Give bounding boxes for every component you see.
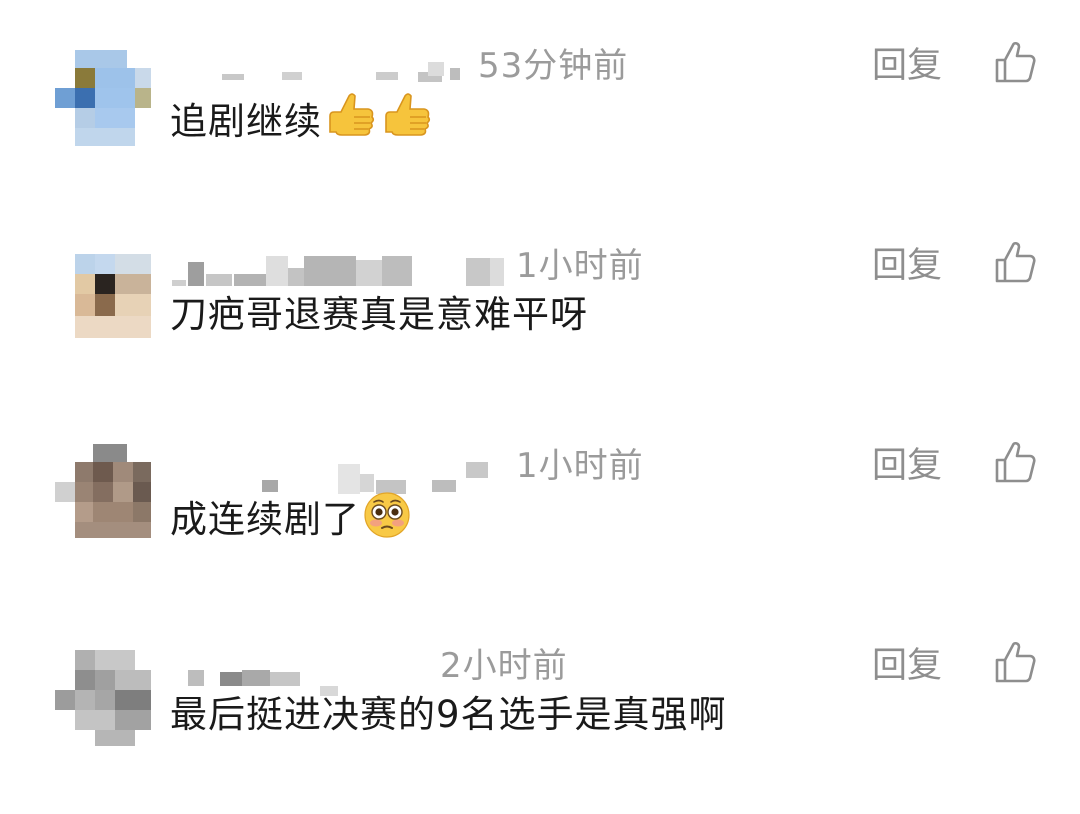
comment-text-content: 成连续剧了 — [170, 498, 360, 541]
thumbs-up-outline-icon[interactable] — [994, 40, 1036, 84]
avatar[interactable] — [55, 444, 151, 540]
comment-time: 1小时前 — [516, 446, 644, 486]
comment-text-content: 追剧继续 — [170, 100, 322, 143]
avatar[interactable] — [55, 50, 151, 146]
comment-item: 2小时前 回复 最后挺进决赛的9名选手是真强啊 — [0, 641, 1080, 814]
comment-text: 刀疤哥退赛真是意难平呀 — [170, 290, 588, 340]
comment-item: 53分钟前 回复 追剧继续 — [0, 41, 1080, 250]
comment-time: 2小时前 — [440, 646, 568, 686]
thumbs-up-outline-icon[interactable] — [994, 640, 1036, 684]
comment-time: 1小时前 — [516, 246, 644, 286]
comment-text-content: 最后挺进决赛的9名选手是真强啊 — [170, 693, 727, 736]
comment-text: 最后挺进决赛的9名选手是真强啊 — [170, 690, 727, 740]
comment-text-content: 刀疤哥退赛真是意难平呀 — [170, 293, 588, 336]
thumbs-up-outline-icon[interactable] — [994, 240, 1036, 284]
comment-time: 53分钟前 — [478, 46, 629, 86]
username-blurred[interactable] — [170, 250, 510, 286]
thumbs-up-emoji — [324, 90, 378, 157]
avatar[interactable] — [75, 254, 151, 338]
avatar[interactable] — [55, 650, 151, 746]
username-blurred[interactable] — [170, 50, 470, 84]
comment-item: 1小时前 回复 刀疤哥退赛真是意难平呀 — [0, 241, 1080, 450]
username-blurred[interactable] — [170, 450, 500, 494]
comment-item: 1小时前 回复 成连续剧了 — [0, 441, 1080, 650]
reply-button[interactable]: 回复 — [872, 444, 942, 488]
comment-text: 追剧继续 — [170, 90, 434, 157]
reply-button[interactable]: 回复 — [872, 644, 942, 688]
thumbs-up-emoji — [380, 90, 434, 157]
comment-text: 成连续剧了 — [170, 490, 412, 553]
username-blurred[interactable] — [170, 650, 430, 696]
comment-list: 53分钟前 回复 追剧继续 1小时前 回复 刀疤哥退赛真是意难平呀 1小时前 回… — [0, 0, 1080, 814]
reply-button[interactable]: 回复 — [872, 44, 942, 88]
flushed-face-emoji — [362, 490, 412, 553]
reply-button[interactable]: 回复 — [872, 244, 942, 288]
thumbs-up-outline-icon[interactable] — [994, 440, 1036, 484]
